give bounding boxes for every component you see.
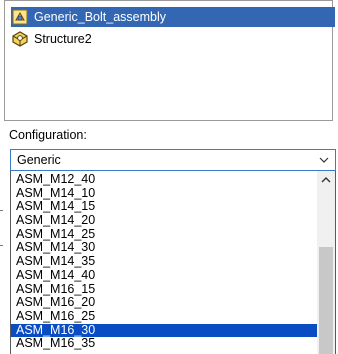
tree-item-label: Structure2 <box>34 32 92 46</box>
configuration-option[interactable]: ASM_M14_35 <box>11 254 317 269</box>
configuration-option[interactable]: ASM_M16_25 <box>11 309 317 324</box>
divider <box>0 210 3 211</box>
configuration-option[interactable]: ASM_M14_30 <box>11 241 317 255</box>
configuration-option[interactable]: ASM_M14_15 <box>11 200 317 214</box>
assembly-icon <box>11 8 29 26</box>
divider <box>0 245 3 246</box>
configuration-option[interactable]: ASM_M16_15 <box>11 282 317 297</box>
part-icon <box>11 30 29 48</box>
configuration-option[interactable]: ASM_M16_20 <box>11 295 317 310</box>
scrollbar[interactable] <box>317 171 335 354</box>
tree-item-label: Generic_Bolt_assembly <box>34 10 167 24</box>
tree-item-generic-bolt-assembly[interactable]: Generic_Bolt_assembly <box>11 7 335 27</box>
scroll-up-icon[interactable] <box>317 171 335 188</box>
options-container: ASM_M12_40 ASM_M14_10 ASM_M14_15 ASM_M14_20… <box>11 172 317 351</box>
configuration-option[interactable]: ASM_M12_40 <box>11 172 317 187</box>
configuration-options-list[interactable]: ASM_M12_40 ASM_M14_10 ASM_M14_15 ASM_M14_20… <box>10 171 336 354</box>
chevron-down-icon[interactable] <box>319 154 329 166</box>
configuration-option[interactable]: ASM_M14_40 <box>11 268 317 283</box>
configuration-dropdown[interactable]: Generic <box>10 149 336 171</box>
configuration-option[interactable]: ASM_M14_20 <box>11 213 317 228</box>
assembly-tree-panel: Generic_Bolt_assembly Structure2 <box>4 0 335 121</box>
configuration-option[interactable]: ASM_M14_10 <box>11 186 317 201</box>
configuration-option[interactable]: ASM_M14_25 <box>11 227 317 242</box>
configuration-label: Configuration: <box>9 128 87 142</box>
tree-item-structure2[interactable]: Structure2 <box>11 29 92 49</box>
configuration-option[interactable]: ASM_M16_35 <box>11 337 317 351</box>
scroll-thumb[interactable] <box>319 247 333 354</box>
configuration-option[interactable]: ASM_M16_30 <box>11 323 317 338</box>
configuration-selected-value: Generic <box>17 153 61 167</box>
